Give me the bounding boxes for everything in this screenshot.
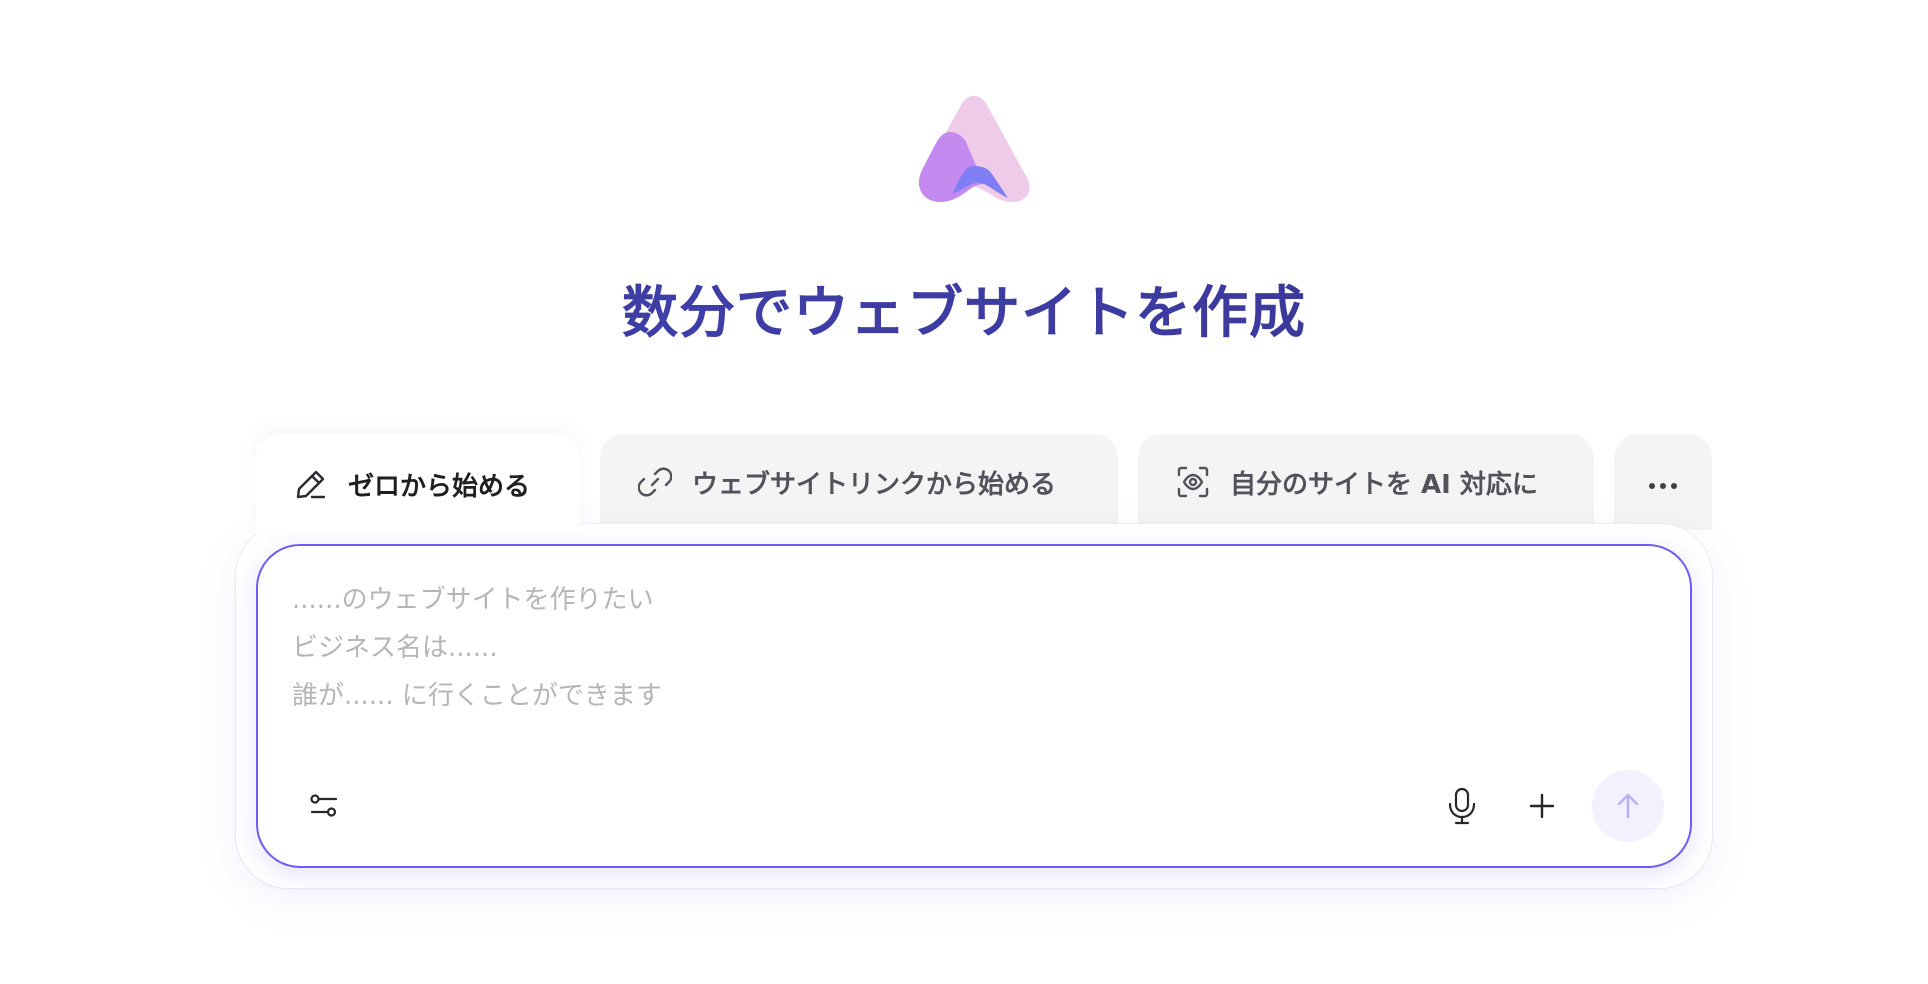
link-icon: [638, 465, 672, 499]
composer-box: [256, 544, 1692, 868]
prompt-input[interactable]: [292, 576, 1492, 756]
tab-label: 自分のサイトを AI 対応に: [1230, 469, 1538, 500]
eye-scan-icon: [1176, 465, 1210, 499]
composer-card: [236, 524, 1712, 888]
microphone-button[interactable]: [1440, 782, 1484, 830]
logo-mark-icon: [918, 96, 1030, 202]
page: 数分でウェブサイトを作成 ゼロから始める ウェブサイトリンクから始める 自分のサ…: [0, 0, 1928, 984]
plus-icon: [1529, 793, 1555, 819]
sliders-icon: [310, 794, 338, 817]
add-button[interactable]: [1520, 784, 1564, 828]
arrow-up-icon: [1617, 793, 1639, 819]
settings-button[interactable]: [302, 784, 346, 828]
pencil-icon: [294, 467, 328, 501]
page-title: 数分でウェブサイトを作成: [0, 278, 1928, 350]
send-button[interactable]: [1592, 770, 1664, 842]
microphone-icon: [1448, 787, 1476, 825]
tab-make-site-ai-ready[interactable]: 自分のサイトを AI 対応に: [1138, 434, 1594, 530]
tab-label: ゼロから始める: [348, 471, 531, 502]
tab-start-from-link[interactable]: ウェブサイトリンクから始める: [600, 434, 1118, 530]
tab-label: ウェブサイトリンクから始める: [692, 469, 1057, 500]
more-icon: [1648, 467, 1678, 497]
tab-more[interactable]: [1614, 434, 1712, 530]
tab-start-from-scratch[interactable]: ゼロから始める: [256, 434, 580, 534]
brand-logo: [914, 94, 1034, 206]
